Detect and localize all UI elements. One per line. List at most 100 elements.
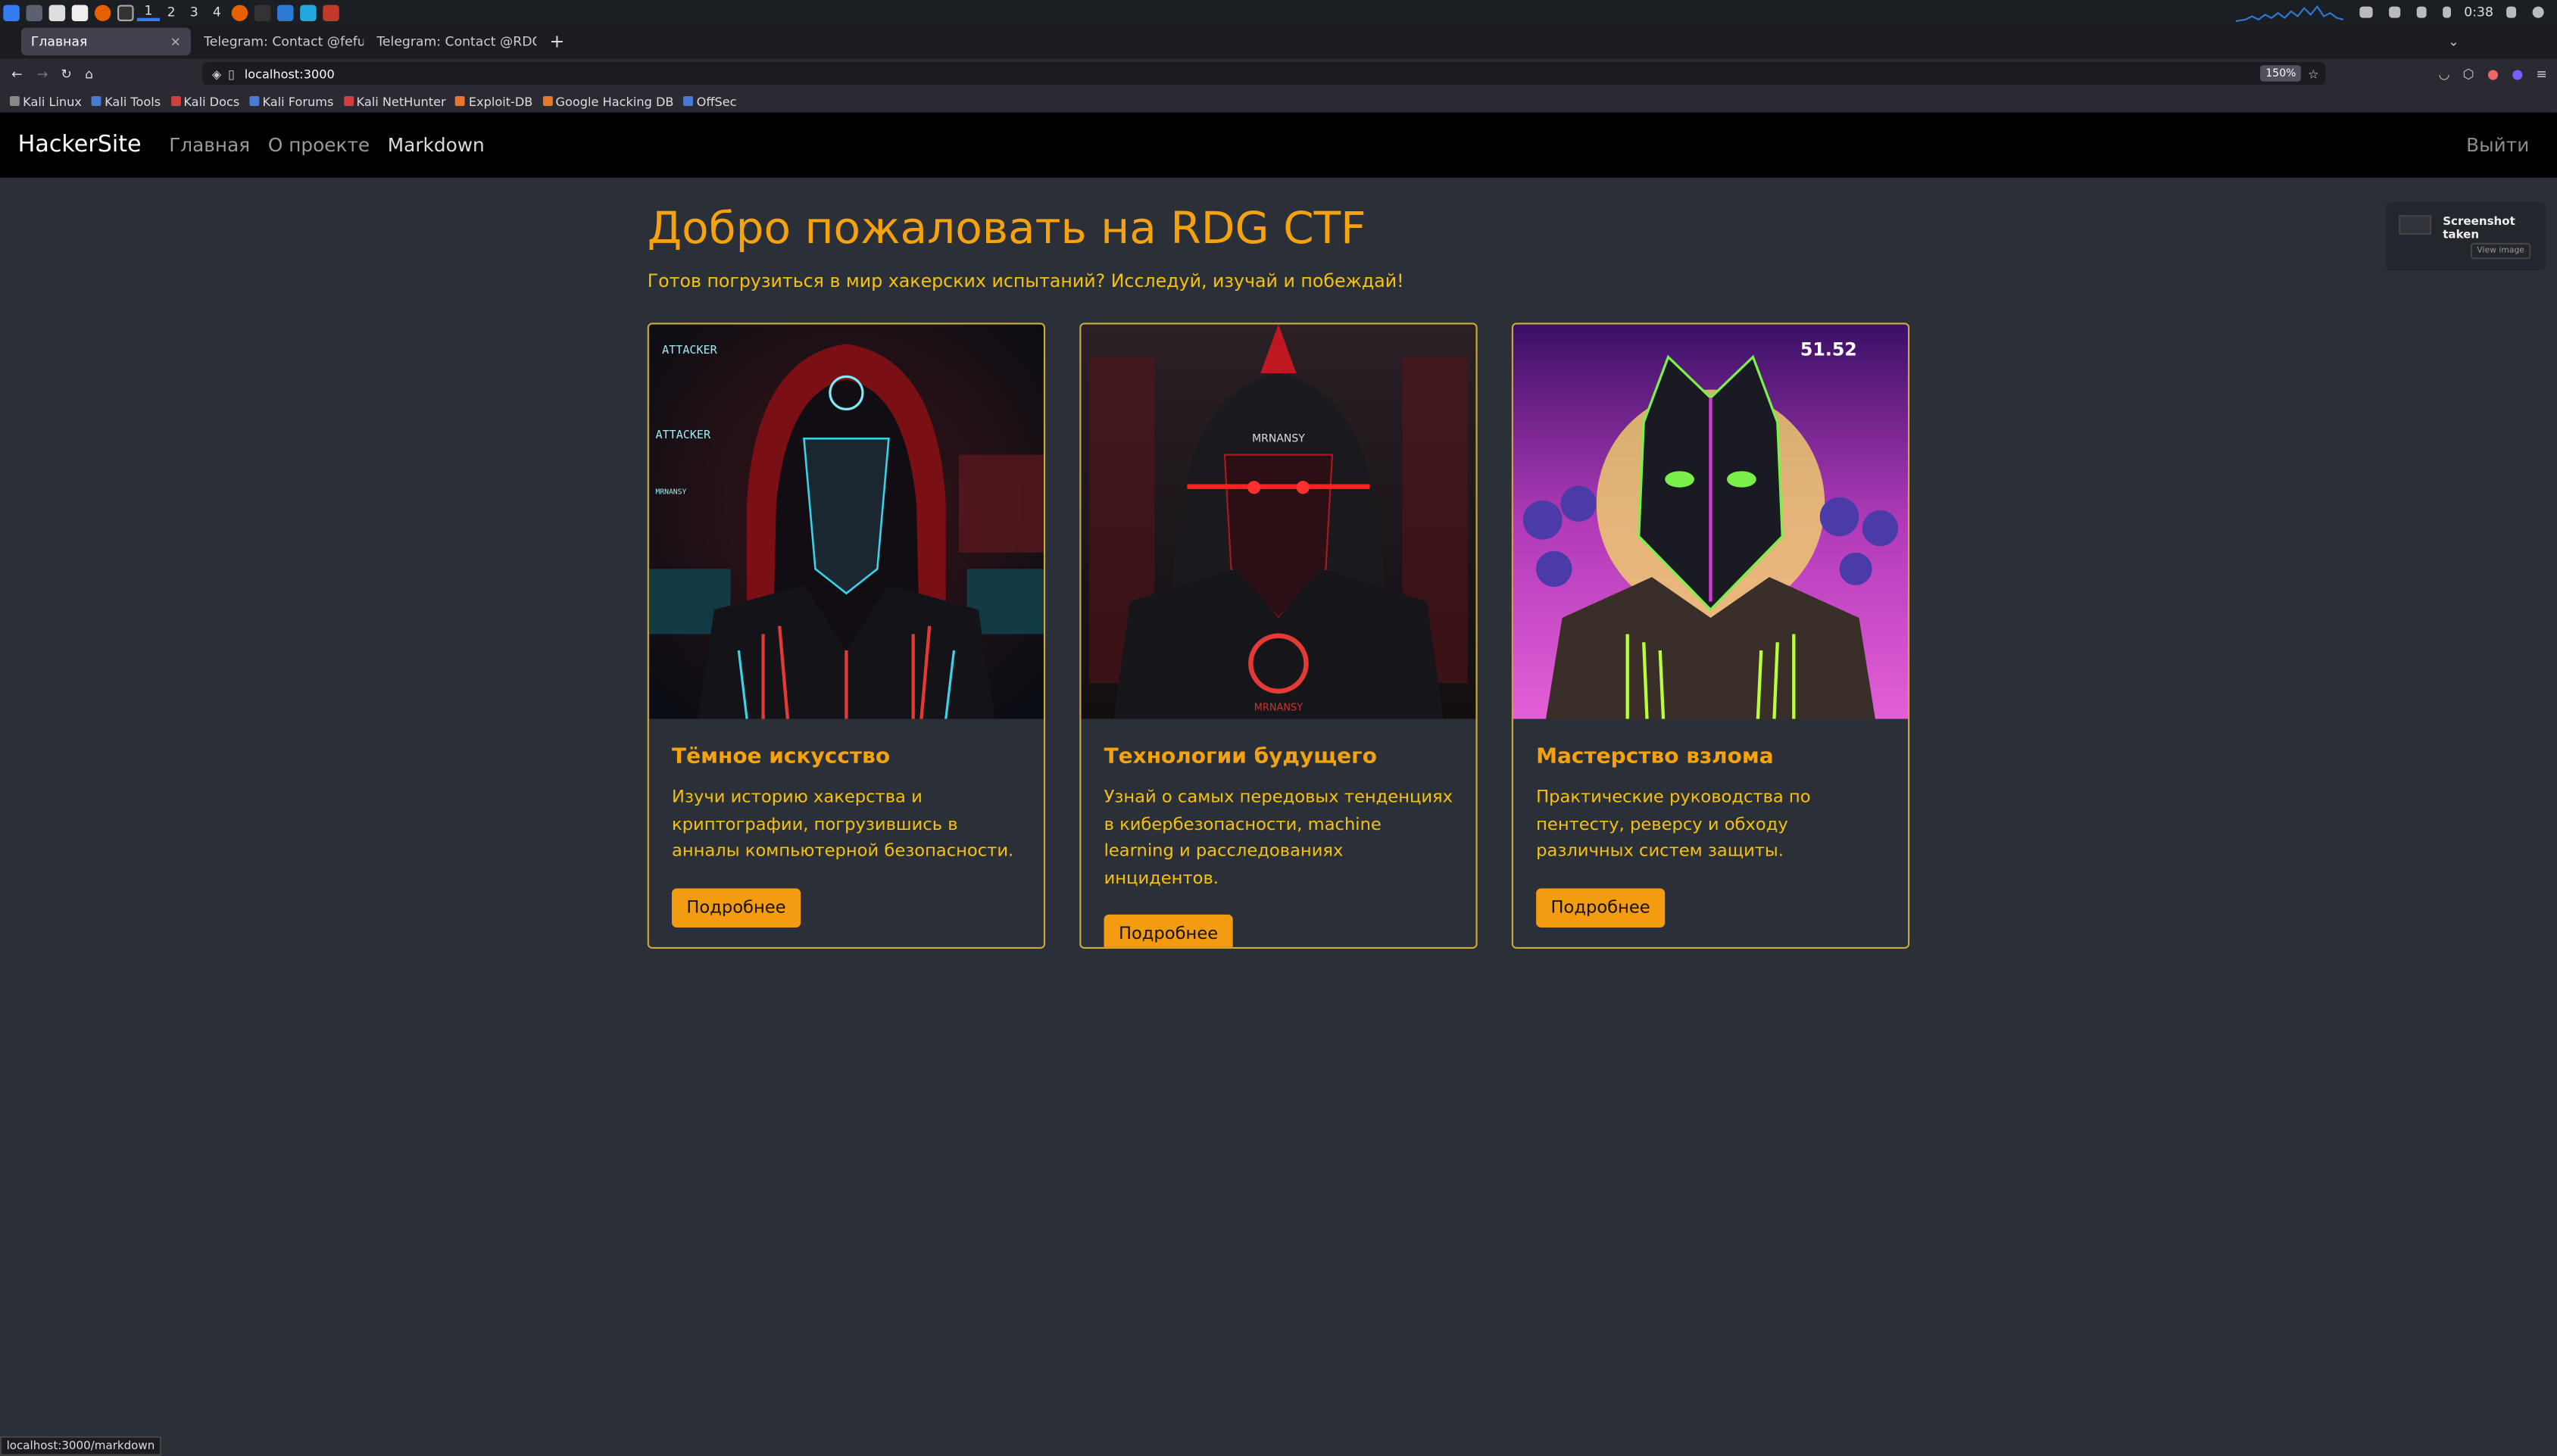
bookmark-label: Kali Forums: [262, 93, 334, 109]
card-more-button[interactable]: Подробнее: [672, 887, 801, 927]
bookmark-offsec[interactable]: OffSec: [683, 93, 737, 109]
kali-tools-icon: [91, 96, 101, 106]
bookmark-label: OffSec: [696, 93, 737, 109]
card-image-masked-figure: MRNANSY MRNANSY: [1081, 324, 1476, 719]
taskbar-vscode-icon[interactable]: [300, 4, 317, 20]
battery-icon: [2443, 6, 2452, 18]
display-icon[interactable]: [2359, 6, 2373, 18]
workspace-1[interactable]: 1: [136, 3, 160, 21]
tab-telegram-fefu[interactable]: Telegram: Contact @fefu×: [194, 28, 364, 56]
bookmark-kali-docs[interactable]: Kali Docs: [170, 94, 239, 108]
profile-icon[interactable]: ●: [2487, 67, 2499, 81]
bookmark-label: Kali NetHunter: [356, 93, 446, 109]
taskbar-app-icon[interactable]: [323, 4, 339, 20]
toast-title: Screenshot taken: [2443, 215, 2515, 242]
card-more-button[interactable]: Подробнее: [1104, 914, 1233, 947]
workspace-2[interactable]: 2: [160, 5, 183, 19]
close-icon[interactable]: ×: [170, 34, 181, 48]
bookmark-kali-nethunter[interactable]: Kali NetHunter: [343, 93, 446, 109]
file-manager-icon[interactable]: [48, 4, 66, 20]
firefox-icon[interactable]: [94, 4, 111, 20]
page-title: Добро пожаловать на RDG CTF: [647, 204, 1366, 254]
card-text: Узнай о самых передовых тенденциях в киб…: [1104, 787, 1453, 888]
workspace-3[interactable]: 3: [183, 5, 205, 19]
image-text-mrnansy-2: MRNANSY: [1254, 703, 1303, 714]
zoom-level[interactable]: 150%: [2260, 65, 2301, 82]
desktop-icon[interactable]: [26, 4, 42, 20]
cpu-graph-icon: [2235, 4, 2344, 21]
url-bar[interactable]: ◈ ▯ localhost:3000 150% ☆: [201, 61, 2326, 85]
lock-icon[interactable]: [2506, 6, 2517, 18]
tab-telegram-rdg[interactable]: Telegram: Contact @RDG×: [367, 28, 536, 56]
card-image-hooded-hacker: ATTACKER ATTACKER MRNANSY: [648, 324, 1044, 719]
pocket-icon[interactable]: ◡: [2439, 67, 2450, 81]
volume-icon[interactable]: [2389, 6, 2401, 18]
bookmark-star-icon[interactable]: ☆: [2308, 66, 2318, 80]
cards-row: ATTACKER ATTACKER MRNANSY Тёмное искусст…: [647, 323, 1910, 949]
nav-about[interactable]: О проекте: [268, 134, 370, 157]
reload-icon[interactable]: ↻: [61, 67, 72, 81]
bookmark-google-hacking-db[interactable]: Google Hacking DB: [542, 94, 673, 108]
taskbar-folder-icon[interactable]: [277, 4, 294, 20]
browser-toolbar: ← → ↻ ⌂ ◈ ▯ localhost:3000 150% ☆ ◡ ⬡ ● …: [0, 58, 2557, 90]
url-text[interactable]: localhost:3000: [245, 66, 335, 80]
image-text-number: 51.52: [1800, 338, 1857, 360]
text-editor-icon[interactable]: [71, 4, 89, 20]
power-icon[interactable]: [2532, 6, 2544, 18]
tab-label: Telegram: Contact @fefu: [204, 34, 364, 49]
bookmarks-bar: Kali Linux Kali Tools Kali Docs Kali For…: [0, 89, 2557, 113]
taskbar-terminal-icon[interactable]: [254, 4, 271, 20]
exploit-db-icon: [455, 96, 466, 106]
offsec-icon: [683, 96, 694, 106]
new-tab-button[interactable]: +: [550, 31, 565, 52]
menu-icon[interactable]: ≡: [2537, 67, 2547, 81]
account-icon[interactable]: ●: [2512, 67, 2523, 81]
notification-icon[interactable]: [2416, 6, 2427, 18]
card-text: Практические руководства по пентесту, ре…: [1536, 787, 1811, 861]
ghdb-icon: [542, 96, 553, 106]
site-brand[interactable]: HackerSite: [18, 132, 142, 157]
shield-icon[interactable]: ◈: [212, 66, 221, 80]
extensions-icon[interactable]: ⬡: [2463, 67, 2474, 81]
nav-markdown[interactable]: Markdown: [388, 134, 485, 157]
bookmark-exploit-db[interactable]: Exploit-DB: [455, 93, 533, 109]
card-image-cyber-cat: 51.52: [1513, 324, 1909, 719]
image-text-mrnansy: MRNANSY: [656, 488, 687, 496]
card-text: Изучи историю хакерства и криптографии, …: [672, 787, 1014, 861]
view-image-button[interactable]: View image: [2470, 242, 2531, 260]
back-icon[interactable]: ←: [11, 67, 22, 81]
tab-home[interactable]: Главная ×: [20, 27, 191, 56]
screenshot-toast[interactable]: Screenshot taken View image: [2385, 201, 2546, 271]
bookmark-kali-tools[interactable]: Kali Tools: [91, 94, 161, 108]
bookmark-label: Kali Docs: [183, 93, 240, 109]
image-text-mrnansy: MRNANSY: [1252, 432, 1305, 444]
nethunter-icon: [343, 96, 354, 106]
card-title: Тёмное искусство: [672, 744, 891, 770]
card-title: Мастерство взлома: [1536, 744, 1774, 770]
nav-home[interactable]: Главная: [169, 134, 250, 157]
workspace-4[interactable]: 4: [205, 5, 228, 19]
bookmark-kali-linux[interactable]: Kali Linux: [9, 94, 82, 108]
bookmark-label: Google Hacking DB: [555, 93, 674, 109]
tab-list-chevron-icon[interactable]: ⌄: [2448, 34, 2459, 48]
bookmark-kali-forums[interactable]: Kali Forums: [249, 94, 333, 108]
card-future-tech: MRNANSY MRNANSY Технологии будущего Узна…: [1079, 323, 1478, 949]
taskbar-firefox-icon[interactable]: [231, 4, 248, 20]
bookmark-label: Exploit-DB: [468, 93, 533, 109]
card-dark-art: ATTACKER ATTACKER MRNANSY Тёмное искусст…: [647, 323, 1046, 949]
home-icon[interactable]: ⌂: [85, 67, 93, 81]
terminal-icon[interactable]: [117, 4, 134, 20]
logout-link[interactable]: Выйти: [2466, 134, 2529, 157]
clock: 0:38: [2464, 5, 2493, 20]
site-navbar: HackerSite Главная О проекте Markdown Вы…: [0, 112, 2557, 178]
kali-menu-icon[interactable]: [3, 4, 20, 20]
forward-icon[interactable]: →: [37, 67, 48, 81]
tab-label: Главная: [30, 34, 88, 49]
page-subtitle: Готов погрузиться в мир хакерских испыта…: [647, 270, 1404, 292]
main-content: Добро пожаловать на RDG CTF Готов погруз…: [647, 204, 1919, 949]
kali-icon: [9, 96, 20, 106]
card-more-button[interactable]: Подробнее: [1536, 887, 1666, 927]
docs-icon: [170, 96, 181, 106]
card-title: Технологии будущего: [1104, 744, 1378, 770]
card-hacking-mastery: 51.52 Мастерство взлома Практические рук…: [1511, 323, 1910, 949]
